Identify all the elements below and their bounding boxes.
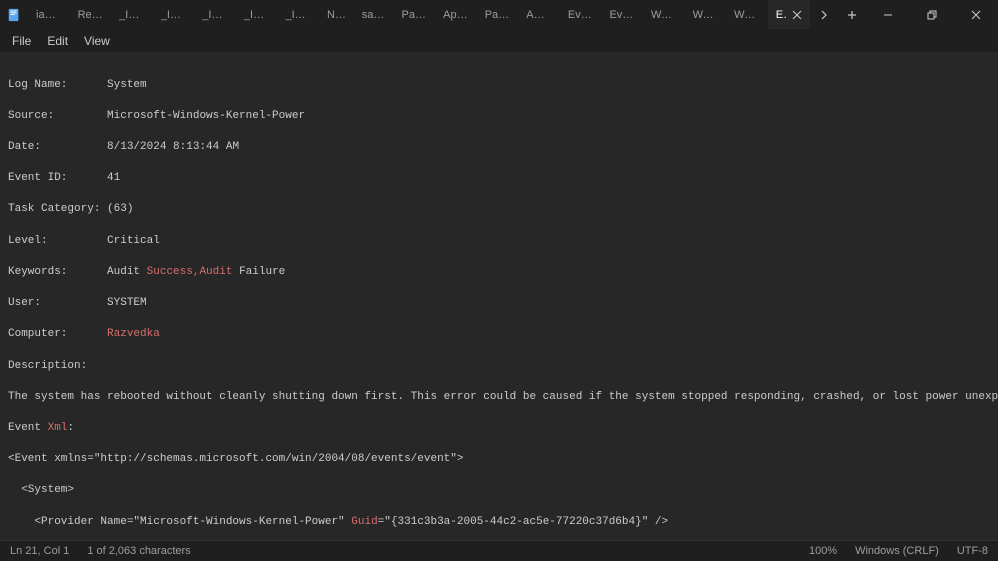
text: Xml: [48, 422, 68, 434]
minimize-icon[interactable]: [866, 0, 910, 29]
tab-item[interactable]: iangelog.t: [28, 0, 70, 29]
text: Event ID:: [8, 172, 107, 184]
tab-label: _INFO.txt: [119, 9, 145, 21]
text: Description:: [8, 360, 87, 372]
tab-item[interactable]: _INFO.txt: [111, 0, 153, 29]
text: The system has rebooted without cleanly …: [8, 391, 998, 403]
tab-label: Warning eve: [693, 9, 719, 21]
text: Razvedka: [107, 328, 160, 340]
text: :: [67, 422, 74, 434]
tab-item[interactable]: PalWorldSet: [394, 0, 436, 29]
tab-label: Event viewer: [609, 9, 635, 21]
tab-scroll-right-icon[interactable]: [810, 0, 838, 29]
text: Critical: [107, 235, 160, 247]
tab-label: PalWorldSet: [402, 9, 428, 21]
tab-label: ApexDestruc: [443, 9, 469, 21]
text: ="{331c3b3a-2005-44c2-ac5e-77220c37d6b4}…: [378, 516, 668, 528]
status-eol[interactable]: Windows (CRLF): [855, 545, 939, 557]
close-tab-icon[interactable]: [792, 8, 802, 22]
text: <Provider Name="Microsoft-Windows-Kernel…: [8, 516, 351, 528]
text: Microsoft-Windows-Kernel-Power: [107, 110, 305, 122]
tab-item[interactable]: _INFO.txt: [236, 0, 278, 29]
tab-item[interactable]: _INFO.txt: [153, 0, 195, 29]
text: Source:: [8, 110, 107, 122]
text: <Event xmlns="http://schemas.microsoft.c…: [8, 453, 463, 465]
text: Date:: [8, 141, 107, 153]
tab-item-active[interactable]: Event: [768, 0, 810, 29]
text: Audit: [107, 266, 147, 278]
tab-label: Warning eve: [734, 9, 760, 21]
text: Keywords:: [8, 266, 107, 278]
new-tab-icon[interactable]: [838, 0, 866, 29]
text: Event: [8, 422, 48, 434]
tab-item[interactable]: ApexDestruc: [435, 0, 477, 29]
tab-label: Event: [776, 9, 787, 21]
text: Level:: [8, 235, 107, 247]
menu-view[interactable]: View: [76, 32, 118, 50]
close-window-icon[interactable]: [954, 0, 998, 29]
tab-item[interactable]: Event Viewe: [560, 0, 602, 29]
text: <System>: [8, 484, 74, 496]
text: System: [107, 79, 147, 91]
tab-label: PalWorldSet: [485, 9, 511, 21]
text: Guid: [351, 516, 377, 528]
app-icon: [0, 0, 28, 29]
text: Computer:: [8, 328, 107, 340]
tab-item[interactable]: New Ti: [319, 0, 354, 29]
text: Log Name:: [8, 79, 107, 91]
editor-area[interactable]: Log Name: System Source: Microsoft-Windo…: [0, 52, 998, 540]
tab-item[interactable]: _INFO.txt: [194, 0, 236, 29]
tab-label: saves.ini: [362, 9, 386, 21]
tab-item[interactable]: AMD_Chipse: [518, 0, 560, 29]
titlebar: iangelog.t Readme.txt _INFO.txt _INFO.tx…: [0, 0, 998, 30]
text: User:: [8, 297, 107, 309]
text: Success,Audit: [147, 266, 233, 278]
tab-label: _INFO.txt: [285, 9, 311, 21]
tab-label: AMD_Chipse: [526, 9, 552, 21]
tab-label: iangelog.t: [36, 9, 62, 21]
restore-icon[interactable]: [910, 0, 954, 29]
tab-item[interactable]: Warning eve: [643, 0, 685, 29]
menu-edit[interactable]: Edit: [39, 32, 76, 50]
tab-label: Warning eve: [651, 9, 677, 21]
tab-label: _INFO.txt: [161, 9, 187, 21]
status-encoding[interactable]: UTF-8: [957, 545, 988, 557]
tab-label: _INFO.txt: [244, 9, 270, 21]
statusbar: Ln 21, Col 1 1 of 2,063 characters 100% …: [0, 540, 998, 561]
text: SYSTEM: [107, 297, 147, 309]
tab-label: Readme.txt: [78, 9, 104, 21]
menu-file[interactable]: File: [4, 32, 39, 50]
tab-controls: [810, 0, 866, 29]
text: Task Category:: [8, 203, 107, 215]
tab-item[interactable]: Event viewer: [601, 0, 643, 29]
tabs-container: iangelog.t Readme.txt _INFO.txt _INFO.tx…: [28, 0, 810, 29]
window-controls: [866, 0, 998, 29]
text: 8/13/2024 8:13:44 AM: [107, 141, 239, 153]
tab-label: _INFO.txt: [202, 9, 228, 21]
tab-item[interactable]: Warning eve: [685, 0, 727, 29]
tab-item[interactable]: _INFO.txt: [277, 0, 319, 29]
tab-label: Event Viewe: [568, 9, 594, 21]
tab-item[interactable]: Readme.txt: [70, 0, 112, 29]
tab-item[interactable]: Warning eve: [726, 0, 768, 29]
status-char-count: 1 of 2,063 characters: [87, 545, 190, 557]
tab-item[interactable]: PalWorldSet: [477, 0, 519, 29]
tab-label: New Ti: [327, 9, 346, 21]
text: Failure: [232, 266, 285, 278]
tab-item[interactable]: saves.ini: [354, 0, 394, 29]
menubar: File Edit View: [0, 30, 998, 52]
text: (63): [107, 203, 133, 215]
status-cursor-pos[interactable]: Ln 21, Col 1: [10, 545, 69, 557]
status-zoom[interactable]: 100%: [809, 545, 837, 557]
text: 41: [107, 172, 120, 184]
